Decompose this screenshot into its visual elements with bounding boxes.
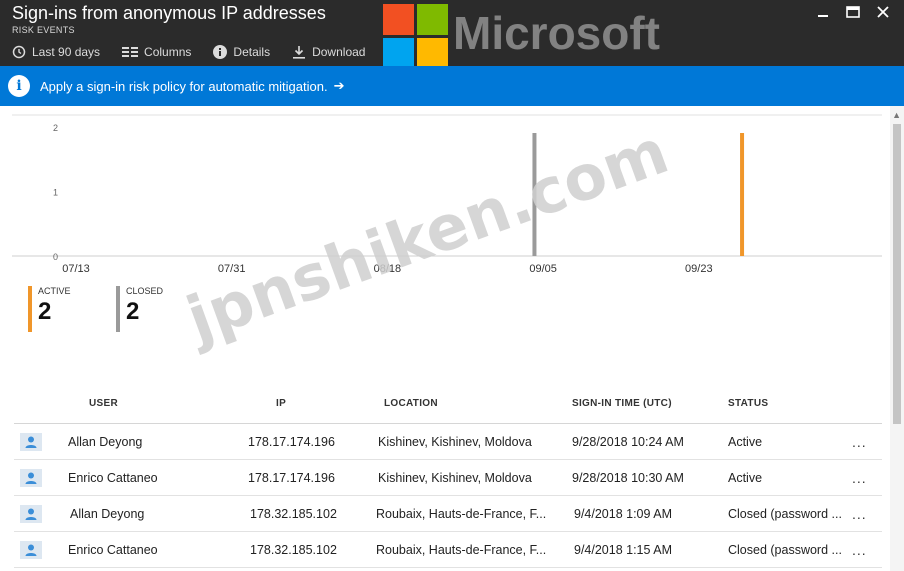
cell-signin-time: 9/28/2018 10:24 AM: [572, 435, 684, 449]
table-row[interactable]: Enrico Cattaneo 178.32.185.102 Roubaix, …: [14, 532, 882, 568]
row-more-actions-icon[interactable]: ...: [852, 470, 867, 486]
cell-user: Enrico Cattaneo: [68, 471, 158, 485]
table-row[interactable]: Allan Deyong 178.17.174.196 Kishinev, Ki…: [14, 424, 882, 460]
page-title: Sign-ins from anonymous IP addresses: [12, 3, 326, 23]
y-tick-label: 0: [53, 252, 58, 262]
column-header-status[interactable]: STATUS: [728, 398, 768, 409]
row-more-actions-icon[interactable]: ...: [852, 542, 867, 558]
logo-square-green: [417, 4, 448, 35]
download-label: Download: [312, 45, 366, 59]
user-avatar-icon: [20, 541, 42, 559]
cell-location: Kishinev, Kishinev, Moldova: [378, 435, 532, 449]
cell-location: Kishinev, Kishinev, Moldova: [378, 471, 532, 485]
info-circle-icon: i: [8, 75, 30, 97]
cell-status: Active: [728, 435, 763, 449]
maximize-button[interactable]: [838, 2, 868, 22]
scroll-up-icon[interactable]: ▲: [892, 110, 901, 120]
legend-closed-swatch: [116, 286, 120, 332]
cell-status: Closed (password ...: [728, 543, 842, 557]
close-button[interactable]: [868, 2, 898, 22]
window-controls: [808, 2, 898, 22]
cell-signin-time: 9/4/2018 1:09 AM: [574, 507, 672, 521]
y-tick-label: 2: [53, 123, 58, 133]
cell-status: Closed (password ...: [728, 507, 842, 521]
bar-active[interactable]: [740, 133, 745, 256]
columns-icon: [122, 47, 139, 57]
x-tick-label: 09/23: [685, 263, 713, 272]
cell-signin-time: 9/28/2018 10:30 AM: [572, 471, 684, 485]
cell-status: Active: [728, 471, 763, 485]
maximize-icon: [846, 6, 860, 18]
download-icon: [293, 46, 306, 59]
cell-ip: 178.17.174.196: [248, 471, 335, 485]
cell-location: Roubaix, Hauts-de-France, F...: [376, 507, 547, 521]
table-row[interactable]: Enrico Cattaneo 178.17.174.196 Kishinev,…: [14, 460, 882, 496]
cell-ip: 178.32.185.102: [250, 507, 337, 521]
column-header-location[interactable]: LOCATION: [384, 398, 438, 409]
y-tick-label: 1: [53, 188, 58, 198]
cell-user: Allan Deyong: [70, 507, 145, 521]
chart-bars: [532, 133, 745, 256]
user-avatar-icon: [20, 505, 42, 523]
x-tick-label: 07/13: [62, 263, 90, 272]
risk-events-table: USER IP LOCATION SIGN-IN TIME (UTC) STAT…: [14, 386, 882, 568]
cell-user: Enrico Cattaneo: [68, 543, 158, 557]
table-header: USER IP LOCATION SIGN-IN TIME (UTC) STAT…: [14, 386, 882, 424]
cell-ip: 178.32.185.102: [250, 543, 337, 557]
user-avatar-icon: [20, 469, 42, 487]
row-more-actions-icon[interactable]: ...: [852, 434, 867, 450]
risk-events-chart: 2 1 0 07/13 07/31 08/18 09/05 09/23: [12, 114, 882, 272]
legend-active[interactable]: ACTIVE 2: [28, 284, 71, 332]
page-subtitle: RISK EVENTS: [12, 25, 75, 35]
cell-ip: 178.17.174.196: [248, 435, 335, 449]
logo-square-blue: [383, 38, 414, 69]
legend-closed[interactable]: CLOSED 2: [116, 284, 163, 332]
legend-active-label: ACTIVE: [38, 286, 71, 296]
cell-user: Allan Deyong: [68, 435, 143, 449]
minimize-icon: [818, 15, 828, 17]
last-90-days-button[interactable]: Last 90 days: [12, 45, 100, 59]
info-banner[interactable]: i Apply a sign-in risk policy for automa…: [0, 66, 904, 106]
column-header-signin-time[interactable]: SIGN-IN TIME (UTC): [572, 398, 672, 409]
toolbar: Last 90 days Columns Details Download: [12, 43, 387, 61]
cell-signin-time: 9/4/2018 1:15 AM: [574, 543, 672, 557]
legend-active-count: 2: [38, 298, 52, 325]
logo-square-red: [383, 4, 414, 35]
bar-closed[interactable]: [532, 133, 537, 256]
x-axis-ticks: 07/13 07/31 08/18 09/05 09/23: [62, 263, 712, 272]
x-tick-label: 09/05: [529, 263, 557, 272]
y-axis-ticks: 2 1 0: [53, 123, 58, 262]
legend-active-swatch: [28, 286, 32, 332]
logo-square-yellow: [417, 38, 448, 69]
scrollbar-thumb[interactable]: [893, 124, 901, 424]
download-button[interactable]: Download: [292, 45, 365, 59]
legend-closed-label: CLOSED: [126, 286, 164, 296]
columns-button[interactable]: Columns: [122, 45, 191, 59]
microsoft-logo: [383, 4, 449, 70]
columns-label: Columns: [144, 45, 192, 59]
last-90-days-label: Last 90 days: [32, 45, 101, 59]
details-button[interactable]: Details: [213, 45, 270, 59]
row-more-actions-icon[interactable]: ...: [852, 506, 867, 522]
cell-location: Roubaix, Hauts-de-France, F...: [376, 543, 547, 557]
x-tick-label: 07/31: [218, 263, 246, 272]
details-label: Details: [233, 45, 271, 59]
microsoft-wordmark: Microsoft: [453, 7, 660, 59]
column-header-user[interactable]: USER: [89, 398, 118, 409]
table-row[interactable]: Allan Deyong 178.32.185.102 Roubaix, Hau…: [14, 496, 882, 532]
legend-closed-count: 2: [126, 298, 140, 325]
arrow-right-icon: ➔: [333, 78, 345, 93]
info-icon: [213, 45, 228, 59]
history-icon: [12, 45, 26, 59]
close-icon: [877, 6, 889, 18]
banner-text: Apply a sign-in risk policy for automati…: [40, 78, 328, 94]
blade-header: Sign-ins from anonymous IP addresses RIS…: [0, 0, 904, 66]
x-tick-label: 08/18: [374, 263, 402, 272]
column-header-ip[interactable]: IP: [276, 398, 286, 409]
user-avatar-icon: [20, 433, 42, 451]
minimize-button[interactable]: [808, 2, 838, 22]
